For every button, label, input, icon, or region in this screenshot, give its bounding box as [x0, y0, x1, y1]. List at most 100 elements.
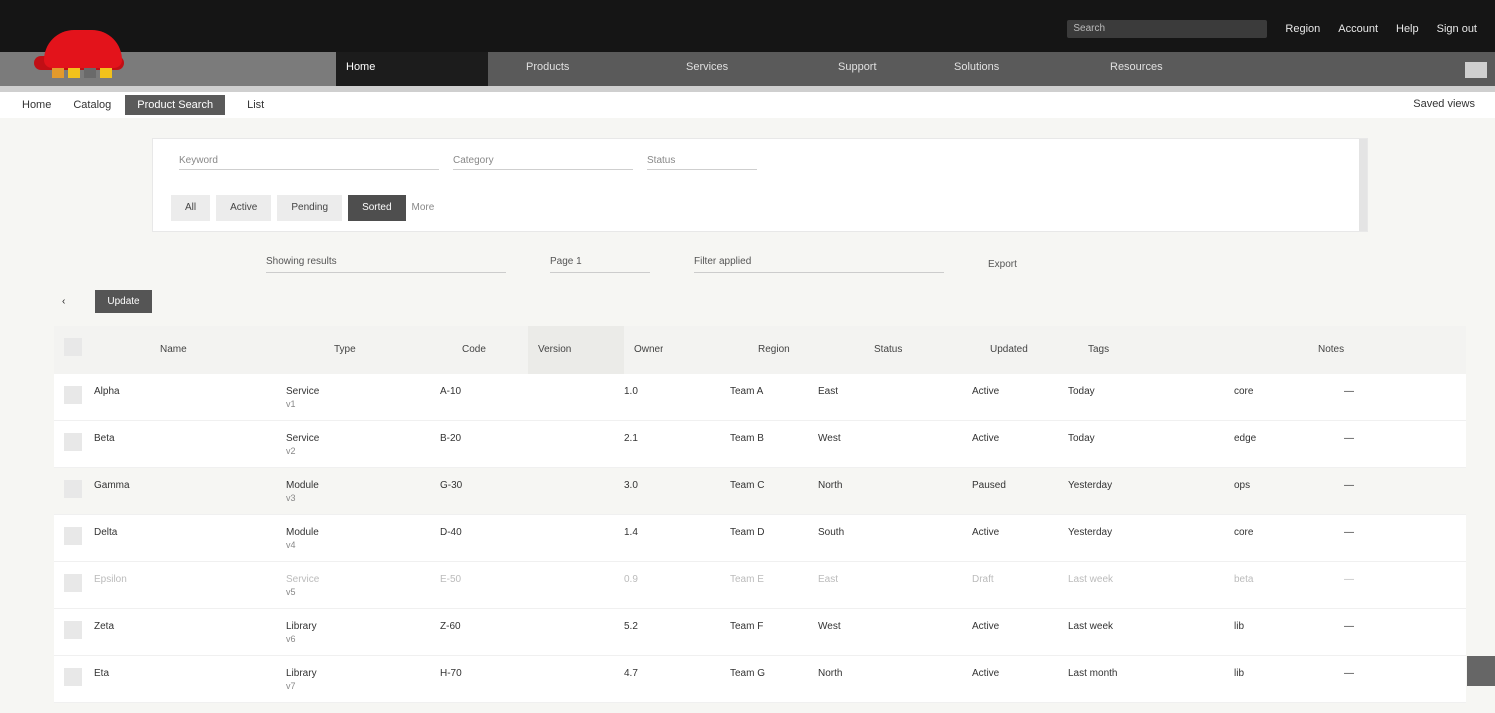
tab-home[interactable]: Home — [336, 52, 488, 86]
cell-updated: Yesterday — [1068, 480, 1178, 491]
tab-services[interactable]: Services — [676, 52, 738, 86]
cell-text: core — [1234, 386, 1254, 397]
row-checkbox[interactable] — [64, 480, 82, 498]
top-link-help[interactable]: Help — [1396, 23, 1419, 35]
cell-text: B-20 — [440, 433, 462, 444]
cell-code: H-70 — [440, 668, 560, 679]
cell-text: D-40 — [440, 527, 462, 538]
col-region[interactable]: Region — [758, 344, 790, 355]
cell-text: Gamma — [94, 480, 130, 491]
cell-name[interactable]: Eta — [94, 668, 264, 679]
cell-name[interactable]: Zeta — [94, 621, 264, 632]
col-name[interactable]: Name — [160, 344, 187, 355]
panel-scrollbar[interactable] — [1359, 139, 1367, 231]
col-code[interactable]: Code — [462, 344, 486, 355]
cell-text: South — [818, 527, 845, 538]
col-notes[interactable]: Notes — [1318, 344, 1344, 355]
scroll-top-button[interactable] — [1467, 656, 1495, 686]
row-checkbox[interactable] — [64, 668, 82, 686]
row-checkbox[interactable] — [64, 386, 82, 404]
col-status[interactable]: Status — [874, 344, 902, 355]
cell-text: — — [1344, 668, 1354, 679]
cell-type: Service v2 — [286, 433, 406, 456]
row-checkbox[interactable] — [64, 621, 82, 639]
cell-tags: lib — [1234, 621, 1334, 632]
table-row[interactable]: Alpha Service v1 A-10 1.0 Team A East Active Tod… — [54, 374, 1466, 421]
cell-name[interactable]: Gamma — [94, 480, 264, 491]
table-row[interactable]: Zeta Library v6 Z-60 5.2 Team F West Active Last… — [54, 609, 1466, 656]
cell-name[interactable]: Alpha — [94, 386, 264, 397]
chip-sorted[interactable]: Sorted — [348, 195, 406, 221]
table-row[interactable]: Gamma Module v3 G-30 3.0 Team C North Paused Yes… — [54, 468, 1466, 515]
tab-products[interactable]: Products — [516, 52, 579, 86]
top-right-links: Search Region Account Help Sign out — [1067, 20, 1477, 38]
breadcrumb-catalog[interactable]: Catalog — [73, 99, 111, 111]
status-field[interactable]: Status — [647, 155, 757, 170]
cell-name[interactable]: Delta — [94, 527, 264, 538]
cell-text: Today — [1068, 433, 1095, 444]
keyword-field[interactable]: Keyword — [179, 155, 439, 170]
chip-all[interactable]: All — [171, 195, 211, 221]
row-checkbox[interactable] — [64, 433, 82, 451]
cell-text: Draft — [972, 574, 994, 585]
col-version[interactable]: Version — [538, 344, 571, 355]
cell-type: Service v1 — [286, 386, 406, 409]
cell-text: West — [818, 621, 841, 632]
cell-region: East — [818, 386, 918, 397]
tab-resources[interactable]: Resources — [1100, 52, 1173, 86]
col-type[interactable]: Type — [334, 344, 356, 355]
cell-text: Alpha — [94, 386, 120, 397]
saved-views-link[interactable]: Saved views — [1413, 98, 1475, 110]
search-input[interactable]: Search — [1067, 20, 1268, 38]
row-checkbox[interactable] — [64, 527, 82, 545]
breadcrumb-home[interactable]: Home — [22, 99, 51, 111]
category-field[interactable]: Category — [453, 155, 633, 170]
top-link-account[interactable]: Account — [1338, 23, 1378, 35]
tab-solutions[interactable]: Solutions — [944, 52, 1009, 86]
table-row[interactable]: Epsilon Service v5 E-50 0.9 Team E East Draft La… — [54, 562, 1466, 609]
summary-export[interactable]: Export — [988, 259, 1017, 270]
cell-subtext: v4 — [286, 540, 296, 550]
cell-text: Active — [972, 621, 1000, 632]
col-updated[interactable]: Updated — [990, 344, 1028, 355]
select-all-checkbox[interactable] — [64, 338, 82, 356]
col-tags[interactable]: Tags — [1088, 344, 1109, 355]
cell-status: Paused — [972, 480, 1062, 491]
cell-text: edge — [1234, 433, 1257, 444]
top-link-region[interactable]: Region — [1285, 23, 1320, 35]
results-table: Name Type Code Version Owner Region Stat… — [54, 326, 1466, 703]
cell-text: — — [1344, 433, 1354, 444]
chip-pending[interactable]: Pending — [277, 195, 343, 221]
breadcrumb-product-search[interactable]: Product Search — [125, 95, 226, 115]
cell-text: East — [818, 386, 839, 397]
cell-subtext: v2 — [286, 446, 296, 456]
cell-code: B-20 — [440, 433, 560, 444]
update-button[interactable]: Update — [95, 290, 152, 313]
brand-logo-icon[interactable] — [34, 22, 126, 80]
cell-status: Active — [972, 386, 1062, 397]
cell-name[interactable]: Beta — [94, 433, 264, 444]
table-row[interactable]: Beta Service v2 B-20 2.1 Team B West Active Toda… — [54, 421, 1466, 468]
cell-text: Beta — [94, 433, 115, 444]
cell-text: Service — [286, 433, 320, 444]
cell-tags: core — [1234, 386, 1334, 397]
top-link-signout[interactable]: Sign out — [1437, 23, 1477, 35]
cell-text: North — [818, 668, 843, 679]
chip-more[interactable]: More — [412, 195, 435, 221]
col-owner[interactable]: Owner — [634, 344, 663, 355]
cell-type: Library v7 — [286, 668, 406, 691]
cell-tags: core — [1234, 527, 1334, 538]
row-checkbox[interactable] — [64, 574, 82, 592]
tab-support[interactable]: Support — [828, 52, 887, 86]
chip-active[interactable]: Active — [216, 195, 272, 221]
cell-text: Active — [972, 386, 1000, 397]
table-row[interactable]: Eta Library v7 H-70 4.7 Team G North Active Last… — [54, 656, 1466, 703]
cell-text: Team E — [730, 574, 764, 585]
menu-icon[interactable] — [1465, 62, 1487, 78]
table-row[interactable]: Delta Module v4 D-40 1.4 Team D South Active Yes… — [54, 515, 1466, 562]
cell-version: 1.4 — [624, 527, 724, 538]
cell-text: — — [1344, 621, 1354, 632]
cell-text: ops — [1234, 480, 1251, 491]
cell-name[interactable]: Epsilon — [94, 574, 264, 585]
pager-prev-icon[interactable]: ‹ — [62, 296, 65, 307]
